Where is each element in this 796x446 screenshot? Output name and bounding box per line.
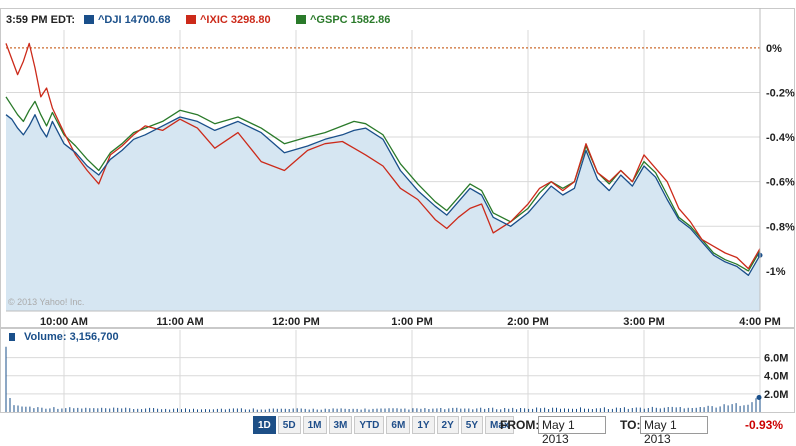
x-tick-label: 1:00 PM [391,316,433,328]
change-percent: -0.93% [745,418,784,432]
legend-entry-dji: ^DJI 14700.68 [98,14,170,26]
to-label: TO: [620,418,641,432]
x-tick-label: 4:00 PM [739,316,781,328]
volume-tick-label: 2.0M [764,389,788,401]
x-tick-label: 10:00 AM [40,316,88,328]
legend-swatch [186,15,196,24]
y-tick-label: -0.6% [766,177,795,189]
range-button-1m[interactable]: 1M [302,416,327,434]
y-tick-label: -0.4% [766,132,795,144]
volume-label: Volume: 3,156,700 [24,331,119,343]
range-button-1y[interactable]: 1Y [412,416,435,434]
volume-tick-label: 6.0M [764,353,788,365]
x-tick-label: 2:00 PM [507,316,549,328]
x-tick-label: 12:00 PM [272,316,320,328]
range-button-6m[interactable]: 6M [386,416,411,434]
range-button-1d[interactable]: 1D [253,416,276,434]
time-label: 3:59 PM EDT: [6,14,75,26]
range-selector: 1D 5D 1M 3M YTD 6M 1Y 2Y 5Y Max [253,416,515,434]
x-tick-label: 3:00 PM [623,316,665,328]
y-tick-label: -0.8% [766,221,795,233]
volume-swatch [9,333,15,341]
volume-last-marker [756,394,762,400]
from-date-input[interactable]: May 1 2013 [538,416,606,446]
legend-swatch [296,15,306,24]
chart-controls: 1D 5D 1M 3M YTD 6M 1Y 2Y 5Y Max FROM: May 1 2013 … [0,416,796,446]
volume-tick-label: 4.0M [764,371,788,383]
y-tick-label: 0% [766,43,782,55]
to-date-input[interactable]: May 1 2013 [640,416,708,446]
range-button-3m[interactable]: 3M [328,416,353,434]
legend-entry-ixic: ^IXIC 3298.80 [200,14,271,26]
y-tick-label: -1% [766,266,786,278]
price-chart: 10:00 AM 11:00 AM 12:00 PM 1:00 PM 2:00 PM 3:… [0,0,796,416]
chart-widget: 10:00 AM 11:00 AM 12:00 PM 1:00 PM 2:00 PM 3:… [0,0,796,446]
range-button-5y[interactable]: 5Y [460,416,484,434]
from-label: FROM: [500,418,540,432]
x-tick-label: 11:00 AM [156,316,203,328]
range-button-5d[interactable]: 5D [277,416,301,434]
legend-swatch [84,15,94,24]
range-button-2y[interactable]: 2Y [436,416,459,434]
y-tick-label: -0.2% [766,87,795,99]
range-button-ytd[interactable]: YTD [354,416,385,434]
legend-entry-gspc: ^GSPC 1582.86 [310,14,390,26]
copyright-text: © 2013 Yahoo! Inc. [8,297,84,307]
